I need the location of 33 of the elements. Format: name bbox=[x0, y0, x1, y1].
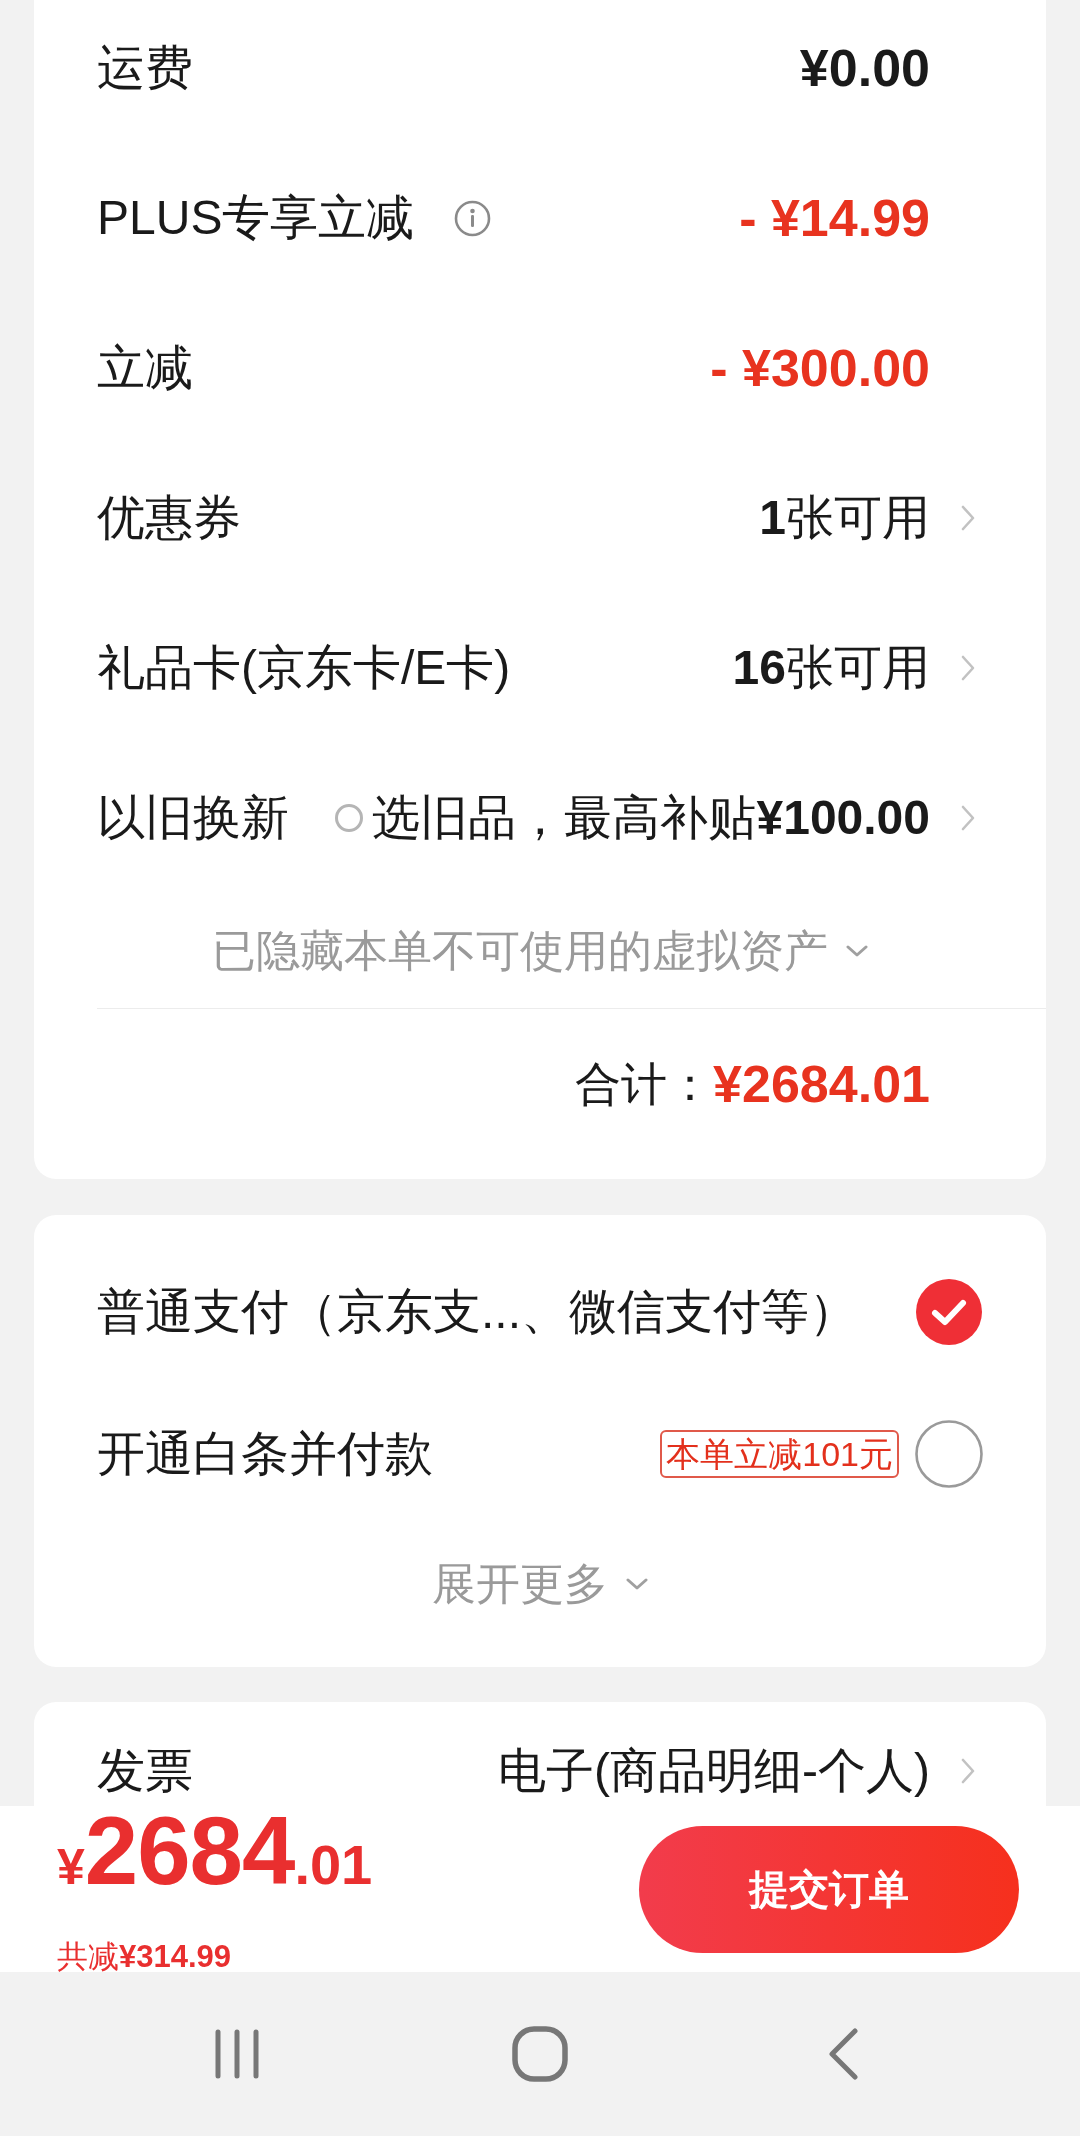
savings-text: 共减¥314.99 bbox=[57, 1938, 233, 1976]
radio-button[interactable] bbox=[915, 1420, 983, 1488]
summary-link-value[interactable]: 选旧品，最高补贴¥100.00 bbox=[372, 789, 930, 847]
summary-amount: - ¥14.99 bbox=[739, 188, 930, 249]
summary-link-value[interactable]: 1张可用 bbox=[759, 489, 930, 547]
total-amount: ¥2684.01 bbox=[713, 1054, 930, 1115]
summary-amount: - ¥300.00 bbox=[710, 338, 930, 399]
payment-method-label: 普通支付（京东支...、微信支付等） bbox=[97, 1284, 857, 1340]
info-icon[interactable] bbox=[454, 199, 492, 237]
summary-label: 礼品卡(京东卡/E卡) bbox=[97, 640, 511, 696]
summary-label: 以旧换新 bbox=[97, 790, 289, 846]
summary-amount: ¥0.00 bbox=[799, 38, 930, 99]
chevron-right-icon bbox=[961, 1758, 975, 1784]
chevron-down-icon bbox=[626, 1578, 648, 1590]
summary-label: 运费 bbox=[97, 40, 193, 96]
chevron-right-icon bbox=[961, 655, 975, 681]
summary-label: 立减 bbox=[97, 340, 193, 396]
left-chevron-icon[interactable] bbox=[827, 2028, 860, 2080]
rounded-square-icon[interactable] bbox=[512, 2026, 568, 2082]
chevron-right-icon bbox=[961, 805, 975, 831]
chevron-right-icon bbox=[961, 505, 975, 531]
total-price: ¥2684.01 bbox=[57, 1801, 373, 1906]
payment-method-label: 开通白条并付款 bbox=[97, 1426, 433, 1482]
invoice-value[interactable]: 电子(商品明细-个人) bbox=[498, 1742, 930, 1800]
total-label: 合计： bbox=[575, 1057, 714, 1112]
submit-order-button[interactable]: 提交订单 bbox=[639, 1825, 1019, 1953]
invoice-label: 发票 bbox=[97, 1743, 193, 1799]
radio-button[interactable] bbox=[915, 1278, 983, 1346]
summary-link-value[interactable]: 16张可用 bbox=[732, 639, 930, 697]
summary-label: PLUS专享立减 bbox=[97, 190, 415, 246]
summary-label: 优惠券 bbox=[97, 490, 241, 546]
chevron-down-icon bbox=[846, 944, 868, 957]
discount-tag: 本单立减101元 bbox=[660, 1430, 899, 1478]
